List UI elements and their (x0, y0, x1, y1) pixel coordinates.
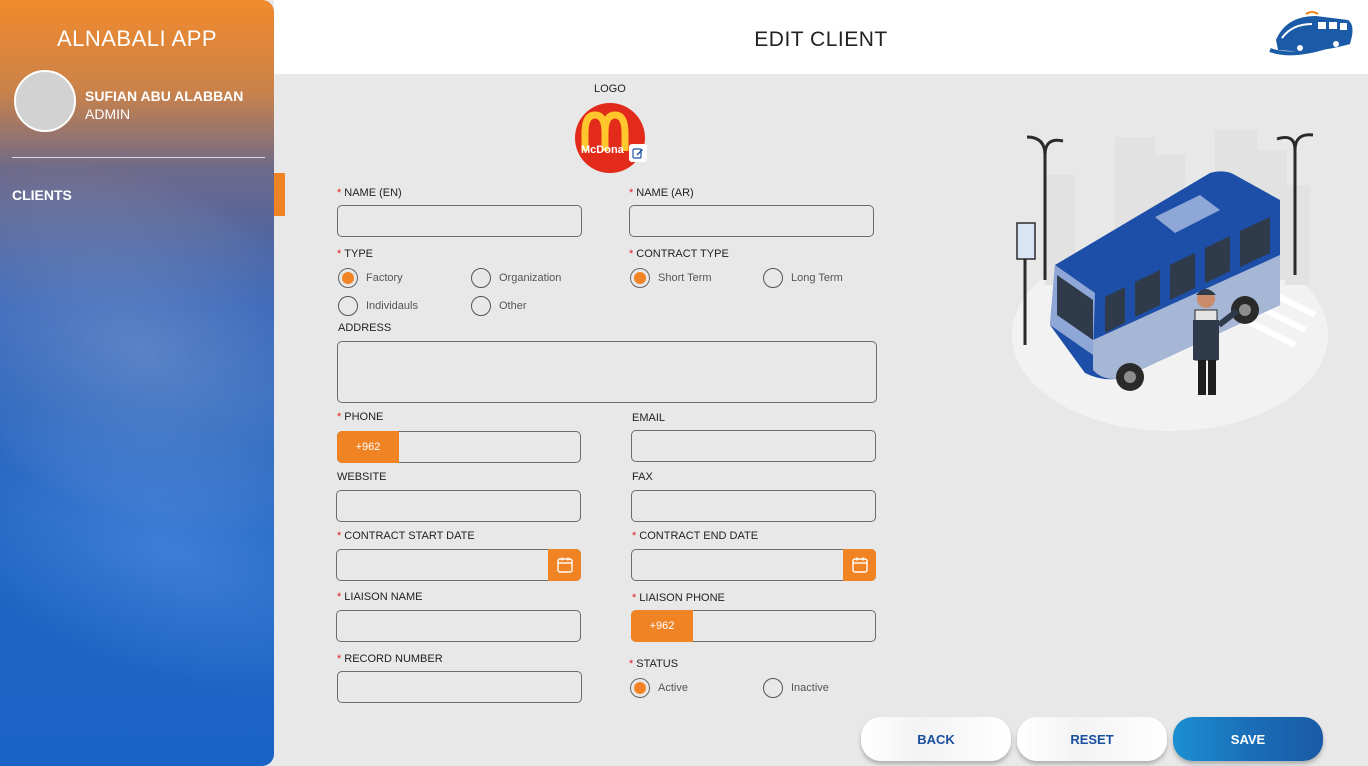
liaison-name-label: * LIAISON NAME (337, 591, 423, 603)
name-ar-label: * NAME (AR) (629, 187, 694, 199)
radio-circle[interactable] (338, 268, 358, 288)
name-ar-input[interactable] (629, 205, 874, 237)
contract-type-label: * CONTRACT TYPE (629, 248, 729, 260)
sidebar: ALNABALI APP SUFIAN ABU ALABBAN ADMIN CL… (0, 0, 274, 766)
sidebar-item-clients[interactable]: CLIENTS (12, 187, 72, 203)
status-label: * STATUS (629, 658, 679, 670)
calendar-icon[interactable] (843, 549, 876, 581)
contract-end-date-input[interactable] (631, 549, 876, 581)
radio-circle[interactable] (471, 268, 491, 288)
bus-driver-illustration (1012, 130, 1328, 431)
contract-start-date-input[interactable] (336, 549, 581, 581)
type-radio-organization[interactable]: Organization (471, 268, 561, 288)
type-radio-individuals[interactable]: Individauls (338, 296, 418, 316)
email-input[interactable] (631, 430, 876, 462)
client-logo[interactable]: McDona (575, 103, 645, 173)
radio-circle[interactable] (630, 268, 650, 288)
contract-type-radio-short[interactable]: Short Term (630, 268, 712, 288)
save-button[interactable]: SAVE (1173, 717, 1323, 761)
type-radio-factory[interactable]: Factory (338, 268, 403, 288)
contract-type-radio-long[interactable]: Long Term (763, 268, 843, 288)
liaison-name-input[interactable] (336, 610, 581, 642)
email-label: EMAIL (632, 412, 666, 424)
type-label: * TYPE (337, 248, 374, 260)
status-radio-active[interactable]: Active (630, 678, 688, 698)
phone-prefix: +962 (337, 431, 399, 463)
liaison-phone-input[interactable]: +962 (631, 610, 876, 642)
radio-circle[interactable] (763, 678, 783, 698)
contract-end-date-label: * CONTRACT END DATE (632, 530, 759, 542)
mcdonalds-logo: McDona (581, 111, 629, 156)
name-en-input[interactable] (337, 205, 582, 237)
back-button[interactable]: BACK (861, 717, 1011, 761)
sidebar-divider (12, 157, 265, 158)
fax-label: FAX (632, 471, 653, 483)
user-name: SUFIAN ABU ALABBAN (85, 88, 244, 104)
phone-input[interactable]: +962 (337, 431, 581, 463)
liaison-phone-label: * LIAISON PHONE (632, 592, 725, 604)
name-en-label: * NAME (EN) (337, 187, 402, 199)
user-role: ADMIN (85, 106, 131, 122)
edit-logo-icon[interactable] (629, 144, 647, 162)
avatar (14, 70, 76, 132)
radio-circle[interactable] (763, 268, 783, 288)
calendar-icon[interactable] (548, 549, 581, 581)
app-title: ALNABALI APP (56, 26, 218, 51)
address-label: ADDRESS (338, 322, 392, 334)
type-radio-other[interactable]: Other (471, 296, 527, 316)
address-textarea[interactable] (337, 341, 877, 403)
reset-button[interactable]: RESET (1017, 717, 1167, 761)
liaison-phone-prefix: +962 (631, 610, 693, 642)
header: EDIT CLIENT (274, 0, 1368, 74)
bus-logo-icon (1269, 11, 1353, 56)
client-logo-text: McDona (581, 144, 625, 156)
website-label: WEBSITE (337, 471, 387, 483)
contract-start-date-label: * CONTRACT START DATE (337, 530, 475, 542)
record-number-input[interactable] (337, 671, 582, 703)
radio-circle[interactable] (630, 678, 650, 698)
website-input[interactable] (336, 490, 581, 522)
radio-circle[interactable] (471, 296, 491, 316)
record-number-label: * RECORD NUMBER (337, 653, 443, 665)
logo-label: LOGO (594, 83, 626, 95)
radio-circle[interactable] (338, 296, 358, 316)
active-nav-indicator (274, 173, 285, 216)
phone-label: * PHONE (337, 411, 384, 423)
status-radio-inactive[interactable]: Inactive (763, 678, 829, 698)
page-title: EDIT CLIENT (754, 28, 888, 51)
fax-input[interactable] (631, 490, 876, 522)
